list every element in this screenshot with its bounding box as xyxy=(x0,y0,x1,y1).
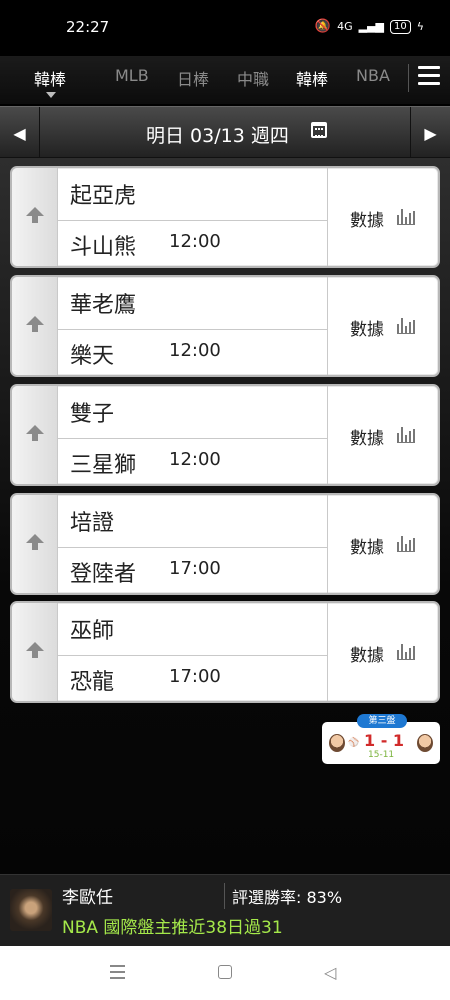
arrow-up-icon xyxy=(26,316,44,332)
tab-kbo[interactable]: 韓棒 xyxy=(296,66,328,90)
battery-icon: 10 xyxy=(390,19,411,34)
away-team: 培證 xyxy=(70,511,115,536)
status-icons: 🔕 4G ▂▄▆ 10 ϟ xyxy=(315,19,424,34)
recent-apps-icon[interactable] xyxy=(110,965,125,979)
game-time: 12:00 xyxy=(169,449,221,470)
home-team: 恐龍 xyxy=(70,670,115,695)
tab-mlb[interactable]: MLB xyxy=(115,66,149,85)
game-time: 12:00 xyxy=(169,340,221,361)
stats-label: 數據 xyxy=(350,429,384,449)
bar-chart-icon xyxy=(397,535,415,552)
bat-icon: ⚾ xyxy=(348,738,360,748)
previous-date-button[interactable]: ◀ xyxy=(0,107,40,159)
arrow-up-icon xyxy=(26,534,44,550)
bar-chart-icon xyxy=(397,643,415,660)
stats-button[interactable]: 數據 xyxy=(327,603,438,701)
tab-nba[interactable]: NBA xyxy=(356,66,390,85)
game-card[interactable]: 培證 登陸者 17:00 數據 xyxy=(10,493,440,595)
hamburger-menu-icon[interactable] xyxy=(418,66,440,88)
status-bar: 22:27 🔕 4G ▂▄▆ 10 ϟ xyxy=(0,0,450,56)
expand-button[interactable] xyxy=(12,277,58,375)
game-time: 17:00 xyxy=(169,558,221,579)
away-team: 起亞虎 xyxy=(70,184,137,209)
stats-button[interactable]: 數據 xyxy=(327,495,438,593)
arrow-left-icon: ◀ xyxy=(13,123,26,143)
inning-badge: 第三盤 xyxy=(357,714,407,728)
game-time: 17:00 xyxy=(169,666,221,687)
win-rate: 評選勝率: 83% xyxy=(232,888,343,907)
home-team: 三星獅 xyxy=(70,453,137,478)
stats-button[interactable]: 數據 xyxy=(327,277,438,375)
bar-chart-icon xyxy=(397,426,415,443)
score-value: 1 - 1 xyxy=(364,731,405,750)
expand-button[interactable] xyxy=(12,603,58,701)
player-avatar xyxy=(329,734,345,752)
system-nav-bar: ◁ xyxy=(0,946,450,1000)
divider xyxy=(408,64,409,92)
stats-label: 數據 xyxy=(350,320,384,340)
game-list: 起亞虎 斗山熊 12:00 數據 華老鷹 樂天 12:00 數據 雙子 三星獅 … xyxy=(0,158,450,874)
game-time: 12:00 xyxy=(169,231,221,252)
arrow-up-icon xyxy=(26,425,44,441)
promo-text: NBA 國際盤主推近38日過31 xyxy=(62,918,283,938)
league-selector[interactable]: 韓棒 xyxy=(34,66,66,90)
stats-label: 數據 xyxy=(350,646,384,666)
home-team: 登陸者 xyxy=(70,562,137,587)
arrow-right-icon: ▶ xyxy=(424,123,437,143)
divider xyxy=(58,329,327,330)
live-score-widget[interactable]: 第三盤 ⚾ 1 - 1 15-11 xyxy=(322,714,440,764)
tab-npb[interactable]: 日棒 xyxy=(177,66,209,90)
league-tab-bar: 韓棒 MLB 日棒 中職 韓棒 NBA xyxy=(0,56,450,104)
away-team: 巫師 xyxy=(70,619,115,644)
bar-chart-icon xyxy=(397,208,415,225)
home-icon[interactable] xyxy=(218,965,232,979)
arrow-up-icon xyxy=(26,642,44,658)
away-team: 華老鷹 xyxy=(70,293,137,318)
home-team: 斗山熊 xyxy=(70,235,137,260)
score-sub: 15-11 xyxy=(368,750,395,760)
home-team: 樂天 xyxy=(70,344,115,369)
expand-button[interactable] xyxy=(12,386,58,484)
divider xyxy=(58,547,327,548)
avatar xyxy=(10,889,52,931)
stats-label: 數據 xyxy=(350,211,384,231)
chevron-down-icon xyxy=(46,92,56,98)
divider xyxy=(224,883,225,909)
away-team: 雙子 xyxy=(70,402,115,427)
player-avatar xyxy=(417,734,433,752)
tab-cpbl[interactable]: 中職 xyxy=(237,66,269,90)
bar-chart-icon xyxy=(397,317,415,334)
divider xyxy=(58,655,327,656)
calendar-icon[interactable] xyxy=(311,122,327,138)
mute-icon: 🔕 xyxy=(314,19,332,34)
promo-banner[interactable]: 李歐任 評選勝率: 83% NBA 國際盤主推近38日過31 xyxy=(0,874,450,946)
game-card[interactable]: 雙子 三星獅 12:00 數據 xyxy=(10,384,440,486)
stats-button[interactable]: 數據 xyxy=(327,386,438,484)
date-bar: ◀ 明日 03/13 週四 ▶ xyxy=(0,106,450,159)
stats-label: 數據 xyxy=(350,538,384,558)
expand-button[interactable] xyxy=(12,168,58,266)
stats-button[interactable]: 數據 xyxy=(327,168,438,266)
next-date-button[interactable]: ▶ xyxy=(410,107,450,159)
network-label: 4G xyxy=(337,20,353,33)
expert-name: 李歐任 xyxy=(62,888,113,908)
game-card[interactable]: 起亞虎 斗山熊 12:00 數據 xyxy=(10,166,440,268)
game-card[interactable]: 華老鷹 樂天 12:00 數據 xyxy=(10,275,440,377)
back-icon[interactable]: ◁ xyxy=(324,963,336,982)
game-card[interactable]: 巫師 恐龍 17:00 數據 xyxy=(10,601,440,703)
expand-button[interactable] xyxy=(12,495,58,593)
arrow-up-icon xyxy=(26,207,44,223)
status-time: 22:27 xyxy=(66,18,110,36)
signal-icon: ▂▄▆ xyxy=(358,20,384,33)
divider xyxy=(58,438,327,439)
charging-icon: ϟ xyxy=(416,20,424,33)
divider xyxy=(58,220,327,221)
date-label[interactable]: 明日 03/13 週四 xyxy=(146,121,289,148)
